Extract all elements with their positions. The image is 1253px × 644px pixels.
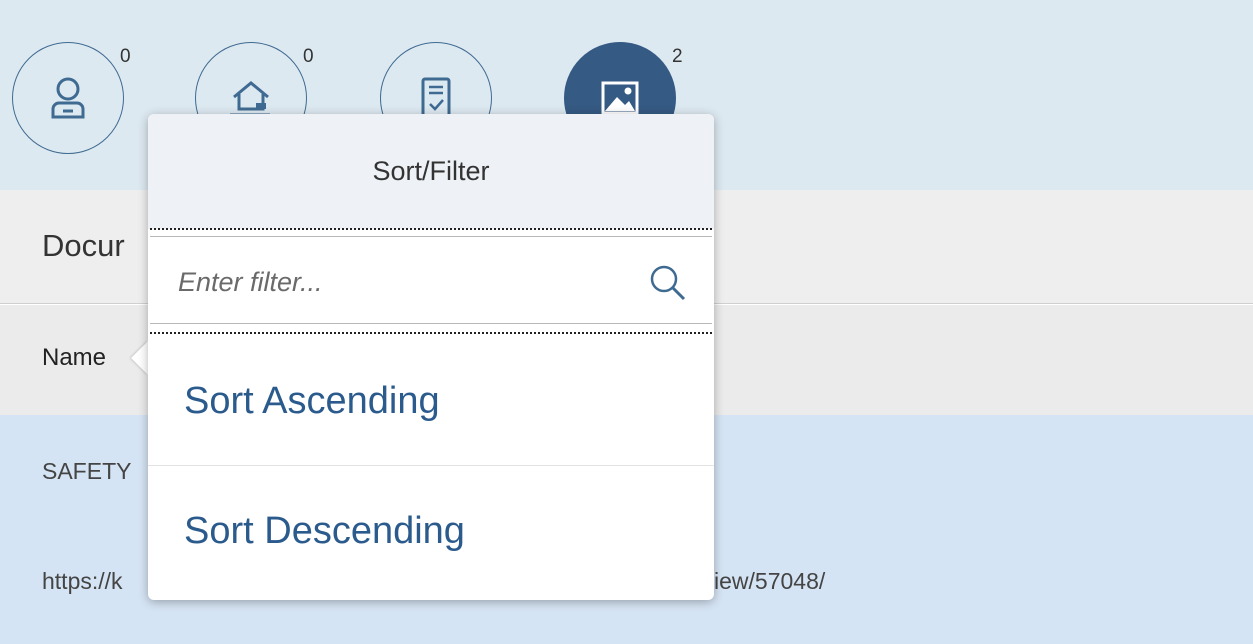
table-row[interactable]: SAFETY: [42, 458, 131, 485]
tab-contacts[interactable]: 0: [12, 42, 131, 154]
tab-count: 2: [672, 46, 683, 67]
sort-ascending-label: Sort Ascending: [184, 380, 440, 422]
sort-descending-item[interactable]: Sort Descending: [148, 466, 714, 596]
sort-ascending-item[interactable]: Sort Ascending: [148, 336, 714, 466]
tab-count: 0: [120, 46, 131, 67]
person-icon: [51, 77, 85, 119]
column-header-name[interactable]: Name: [42, 344, 106, 372]
search-icon[interactable]: [646, 261, 690, 305]
filter-input[interactable]: [178, 257, 618, 307]
sort-filter-popover: Sort/Filter Sort Ascending Sort Descendi…: [148, 114, 714, 600]
tab-count: 0: [303, 46, 314, 67]
table-row-link-tail[interactable]: iew/57048/: [714, 568, 825, 595]
filter-field[interactable]: [150, 236, 712, 324]
table-row-link[interactable]: https://k: [42, 568, 123, 595]
sort-descending-label: Sort Descending: [184, 510, 465, 552]
filter-focus-outline: [150, 228, 712, 334]
popover-header: Sort/Filter: [148, 114, 714, 229]
popover-title: Sort/Filter: [372, 156, 490, 186]
tab-circle: [12, 42, 124, 154]
section-title: Docur: [42, 228, 125, 263]
popover-arrow: [131, 341, 148, 375]
